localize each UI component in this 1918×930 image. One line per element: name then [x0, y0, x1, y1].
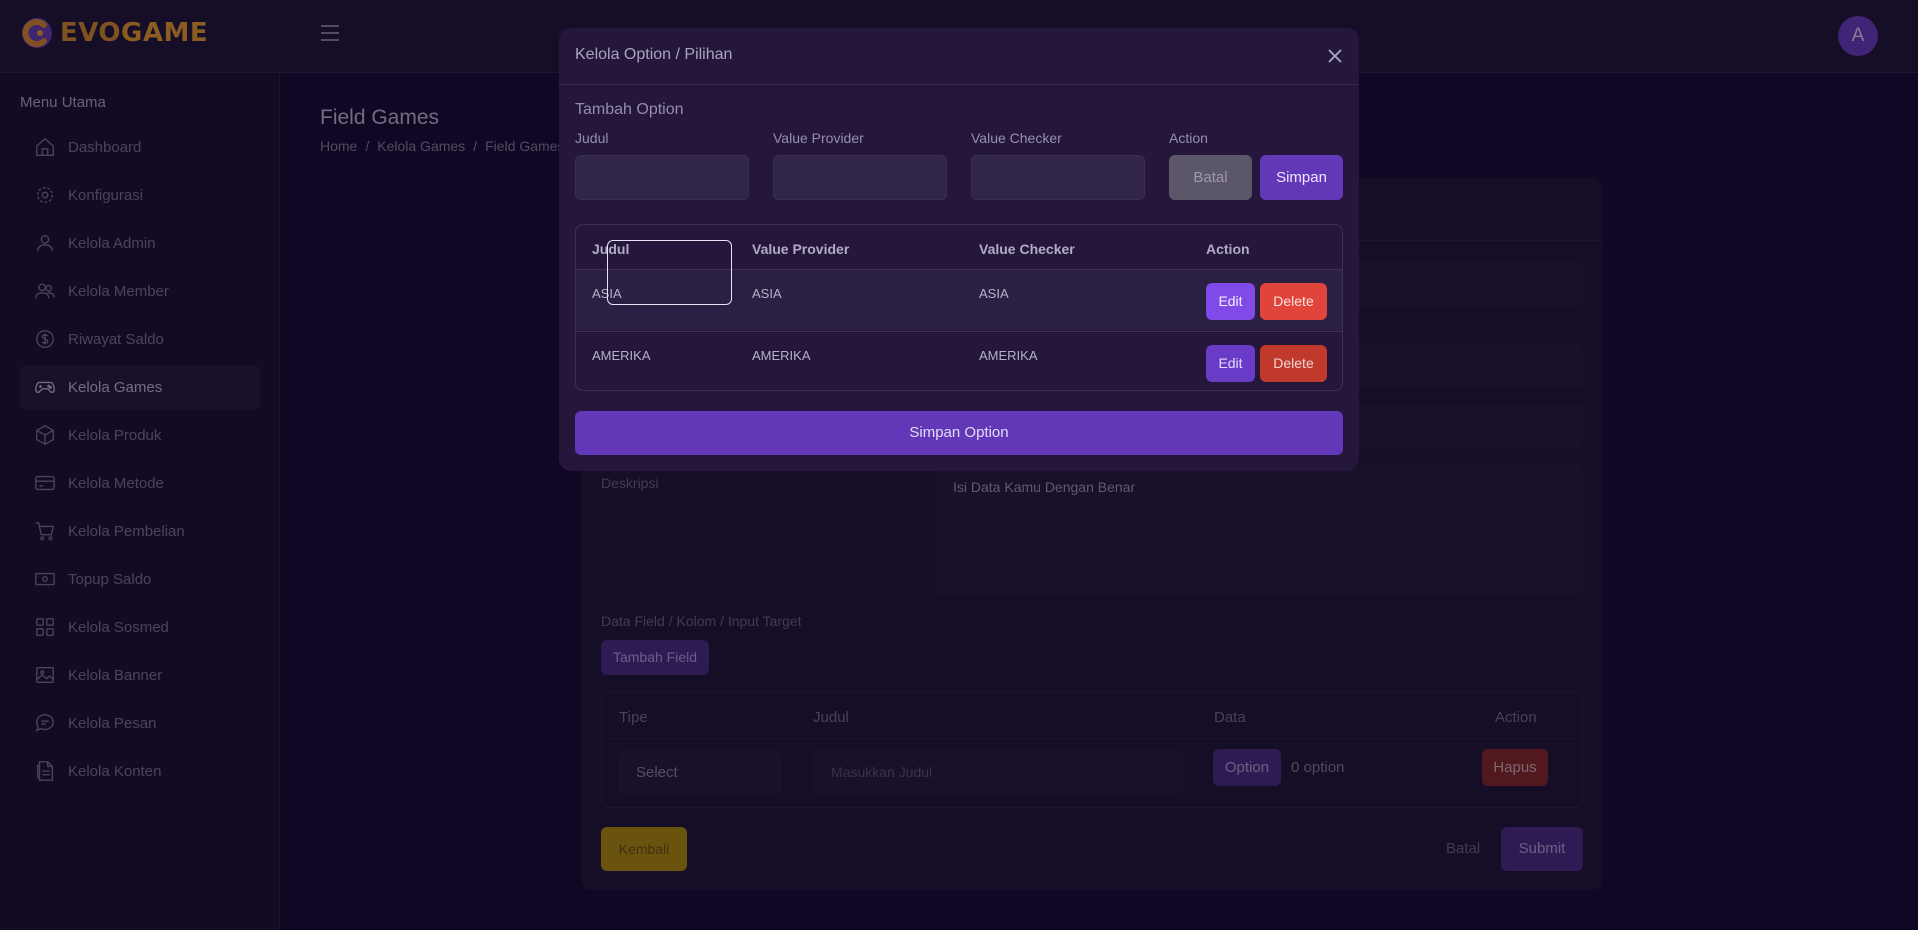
row-judul: ASIA [592, 286, 622, 301]
row-value-checker: AMERIKA [979, 348, 1038, 363]
batal-button[interactable]: Batal [1169, 155, 1252, 200]
modal-header-divider [559, 84, 1359, 85]
table-row: AMERIKA AMERIKA AMERIKA Edit Delete [576, 331, 1342, 390]
action-label: Action [1169, 130, 1208, 146]
simpan-button[interactable]: Simpan [1260, 155, 1343, 200]
option-table: Judul Value Provider Value Checker Actio… [575, 224, 1343, 391]
edit-button[interactable]: Edit [1206, 283, 1255, 320]
value-checker-input[interactable] [971, 155, 1145, 200]
table-row: ASIA ASIA ASIA Edit Delete [576, 269, 1342, 330]
modal-title: Kelola Option / Pilihan [575, 46, 733, 63]
option-table-header-action: Action [1206, 241, 1250, 257]
row-judul: AMERIKA [592, 348, 651, 363]
value-checker-label: Value Checker [971, 130, 1062, 146]
option-table-header-value-checker: Value Checker [979, 241, 1075, 257]
option-modal: Kelola Option / Pilihan Tambah Option Ju… [559, 28, 1359, 471]
delete-button[interactable]: Delete [1260, 283, 1327, 320]
close-icon[interactable] [1326, 47, 1344, 65]
row-value-provider: ASIA [752, 286, 782, 301]
row-value-checker: ASIA [979, 286, 1009, 301]
edit-button[interactable]: Edit [1206, 345, 1255, 382]
value-provider-label: Value Provider [773, 130, 864, 146]
row-value-provider: AMERIKA [752, 348, 811, 363]
judul-label: Judul [575, 130, 609, 146]
judul-input[interactable] [575, 155, 749, 200]
tambah-option-title: Tambah Option [575, 101, 684, 118]
value-provider-input[interactable] [773, 155, 947, 200]
option-table-header-judul: Judul [592, 241, 630, 257]
option-table-header-value-provider: Value Provider [752, 241, 850, 257]
delete-button[interactable]: Delete [1260, 345, 1327, 382]
simpan-option-button[interactable]: Simpan Option [575, 411, 1343, 455]
